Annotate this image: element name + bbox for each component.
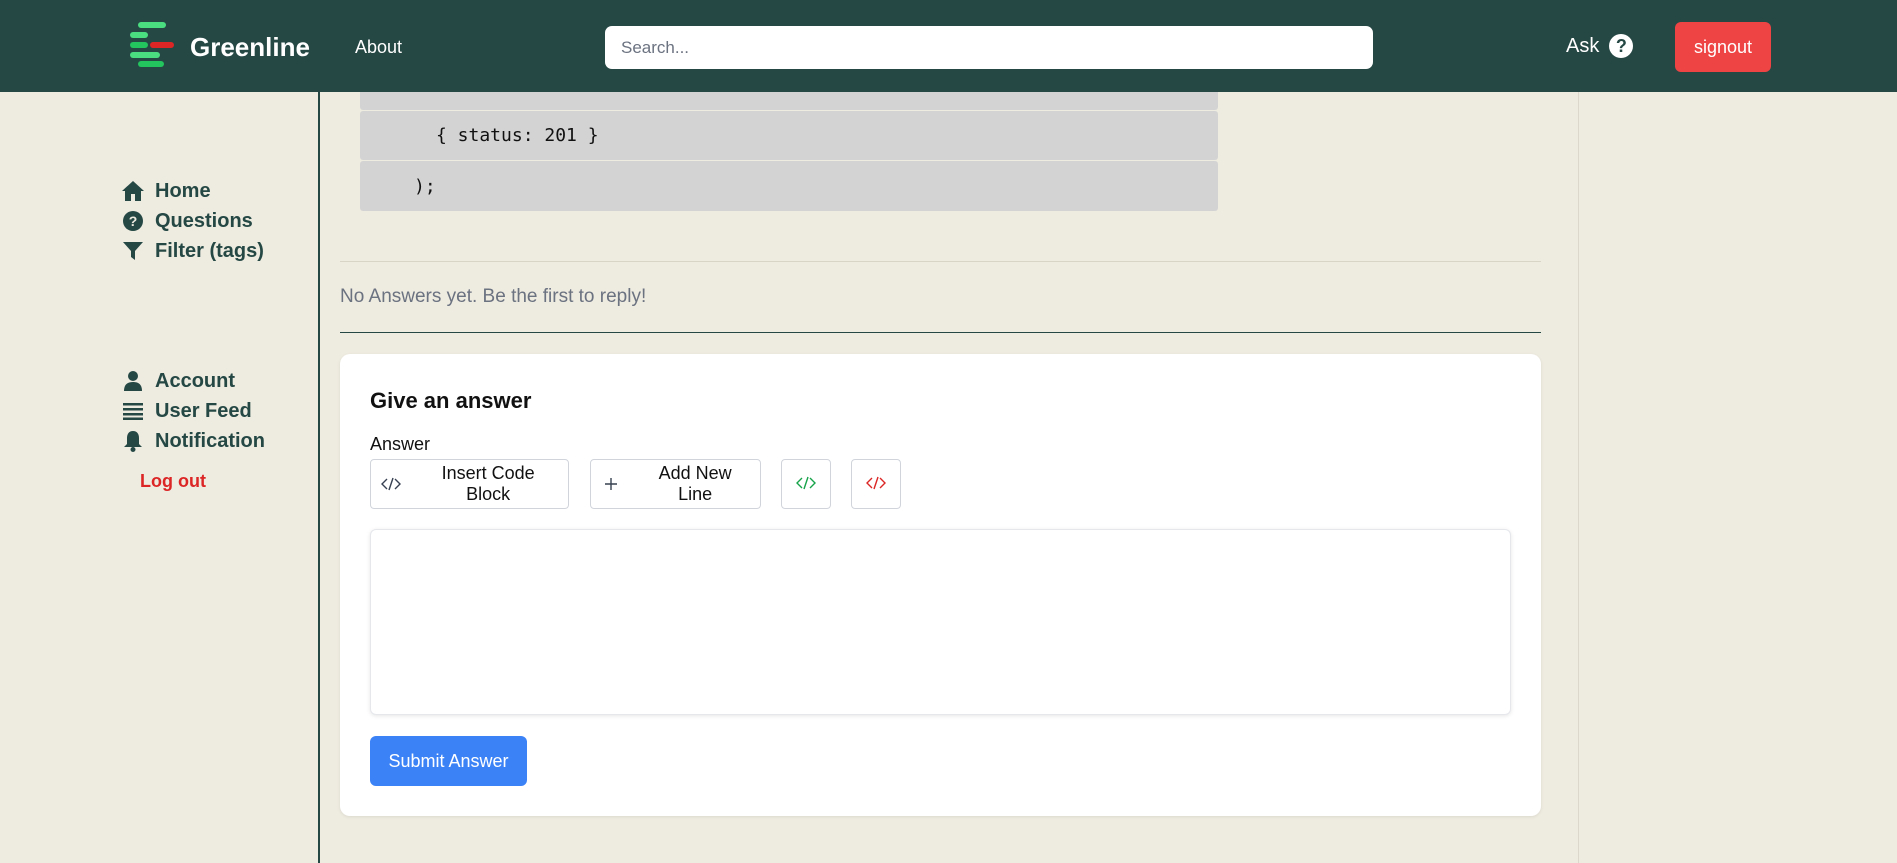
brand-name[interactable]: Greenline bbox=[190, 32, 310, 63]
no-answers-message: No Answers yet. Be the first to reply! bbox=[340, 286, 647, 307]
section-divider bbox=[340, 261, 1541, 262]
bell-icon bbox=[121, 429, 145, 453]
code-block-line: { status: 201 } bbox=[360, 111, 1218, 160]
answers-divider bbox=[340, 332, 1541, 333]
code-icon bbox=[371, 477, 410, 491]
insert-code-tag-button[interactable] bbox=[781, 459, 831, 509]
add-new-line-label: Add New Line bbox=[658, 463, 732, 504]
answer-field-label: Answer bbox=[370, 434, 431, 454]
home-icon bbox=[121, 179, 145, 203]
user-icon bbox=[121, 369, 145, 393]
sidebar-item-label: Home bbox=[155, 179, 211, 202]
sidebar-item-label: Filter (tags) bbox=[155, 239, 264, 262]
right-column-divider bbox=[1578, 92, 1579, 863]
list-icon bbox=[121, 399, 145, 423]
top-header: Greenline About Ask ? signout bbox=[0, 0, 1897, 92]
svg-text:?: ? bbox=[129, 213, 138, 229]
sidebar-item-user-feed[interactable]: User Feed bbox=[121, 399, 252, 423]
sidebar-divider bbox=[318, 92, 320, 863]
submit-answer-button[interactable]: Submit Answer bbox=[370, 736, 527, 786]
answer-form-card: Give an answer Answer Insert Code Block … bbox=[340, 354, 1541, 816]
sidebar-item-home[interactable]: Home bbox=[121, 179, 211, 203]
question-icon: ? bbox=[1609, 34, 1634, 58]
sidebar-item-questions[interactable]: ? Questions bbox=[121, 209, 253, 233]
question-circle-icon: ? bbox=[121, 209, 145, 233]
sidebar-item-label: Questions bbox=[155, 209, 253, 232]
search-input[interactable] bbox=[605, 26, 1373, 69]
insert-code-block-button[interactable]: Insert Code Block bbox=[370, 459, 569, 509]
code-green-icon bbox=[796, 474, 816, 495]
sidebar-item-notification[interactable]: Notification bbox=[121, 429, 265, 453]
signout-button[interactable]: signout bbox=[1675, 22, 1771, 72]
sidebar-item-filter-tags[interactable]: Filter (tags) bbox=[121, 239, 264, 263]
answer-form-title: Give an answer bbox=[370, 388, 532, 413]
sidebar-item-label: Notification bbox=[155, 429, 265, 452]
about-link[interactable]: About bbox=[355, 37, 402, 58]
plus-icon bbox=[591, 477, 630, 491]
answer-editor[interactable] bbox=[370, 529, 1511, 715]
logout-link[interactable]: Log out bbox=[140, 471, 206, 492]
sidebar-item-label: User Feed bbox=[155, 399, 252, 422]
filter-icon bbox=[121, 239, 145, 263]
remove-code-tag-button[interactable] bbox=[851, 459, 901, 509]
greenline-logo-icon[interactable] bbox=[126, 20, 176, 68]
sidebar-item-account[interactable]: Account bbox=[121, 369, 235, 393]
ask-label: Ask bbox=[1566, 34, 1600, 57]
insert-code-block-label: Insert Code Block bbox=[441, 463, 535, 504]
ask-button[interactable]: Ask ? bbox=[1566, 34, 1634, 58]
sidebar-item-label: Account bbox=[155, 369, 235, 392]
code-block-line: ); bbox=[360, 161, 1218, 211]
add-new-line-button[interactable]: Add New Line bbox=[590, 459, 761, 509]
code-red-icon bbox=[866, 474, 886, 495]
